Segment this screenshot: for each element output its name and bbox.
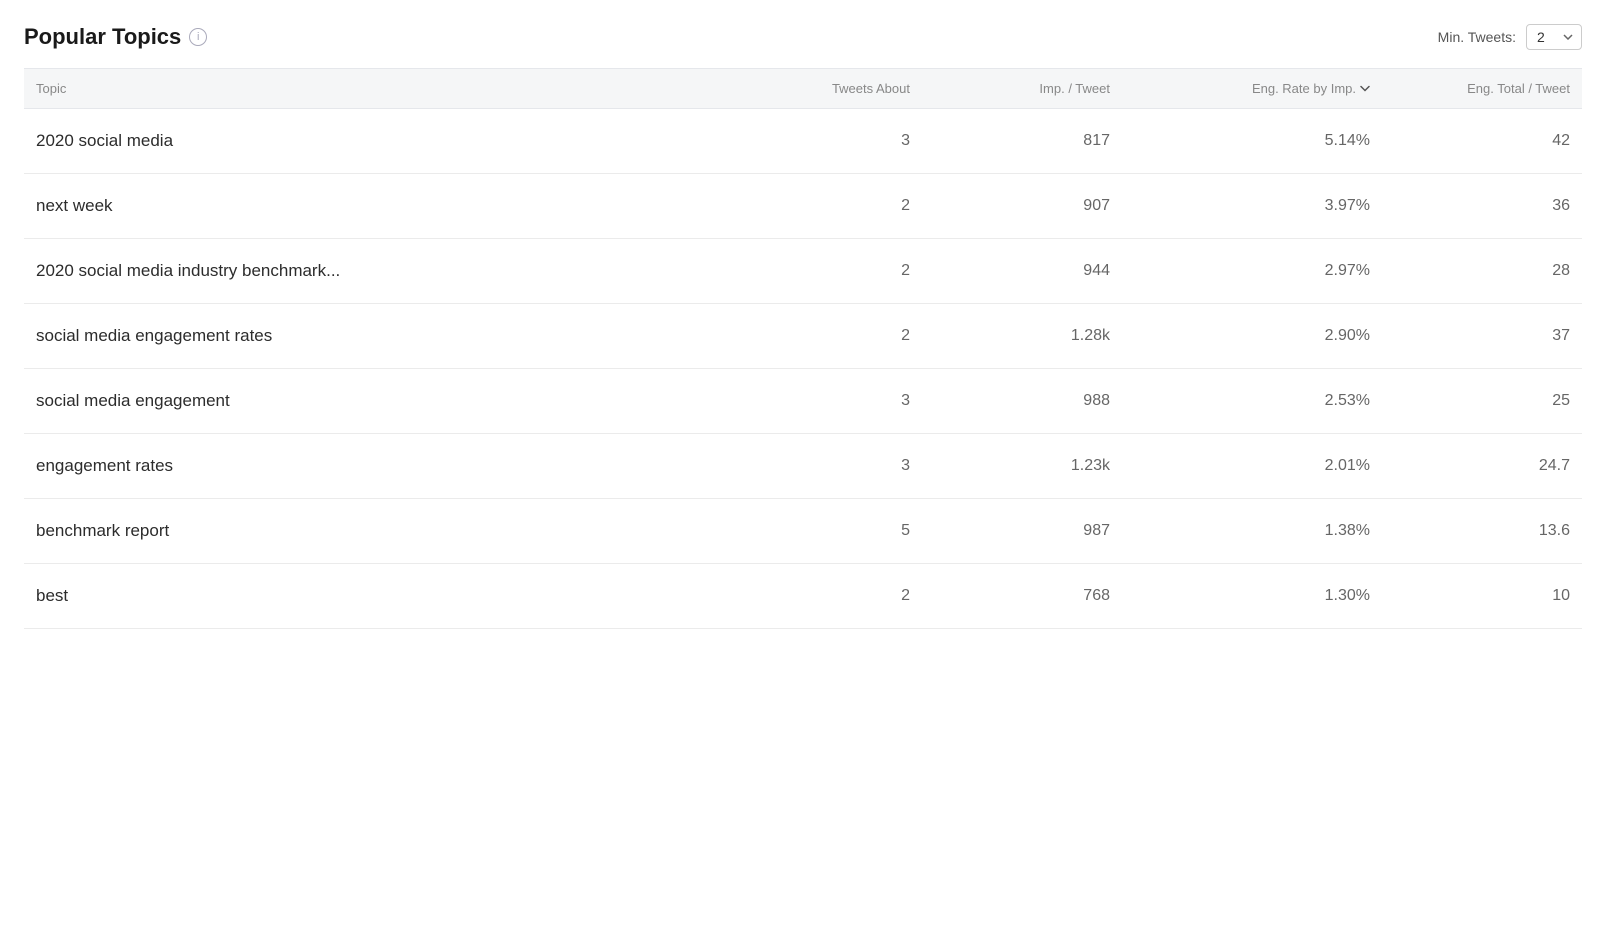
cell-imp-per-tweet: 988 bbox=[922, 392, 1122, 410]
cell-topic: social media engagement bbox=[24, 391, 722, 411]
cell-imp-per-tweet: 987 bbox=[922, 522, 1122, 540]
cell-tweets-about: 2 bbox=[722, 327, 922, 345]
cell-topic: next week bbox=[24, 196, 722, 216]
cell-eng-total: 13.6 bbox=[1382, 522, 1582, 540]
cell-tweets-about: 3 bbox=[722, 392, 922, 410]
cell-tweets-about: 2 bbox=[722, 197, 922, 215]
cell-eng-total: 28 bbox=[1382, 262, 1582, 280]
cell-imp-per-tweet: 907 bbox=[922, 197, 1122, 215]
cell-topic: 2020 social media bbox=[24, 131, 722, 151]
cell-eng-rate: 2.90% bbox=[1122, 327, 1382, 345]
min-tweets-select[interactable]: 2 3 5 10 bbox=[1526, 24, 1582, 50]
cell-tweets-about: 3 bbox=[722, 132, 922, 150]
cell-imp-per-tweet: 1.28k bbox=[922, 327, 1122, 345]
cell-imp-per-tweet: 944 bbox=[922, 262, 1122, 280]
table-row: social media engagement rates 2 1.28k 2.… bbox=[24, 304, 1582, 369]
sort-desc-icon bbox=[1360, 84, 1370, 94]
info-icon[interactable]: i bbox=[189, 28, 207, 46]
cell-topic: best bbox=[24, 586, 722, 606]
col-header-imp-per-tweet: Imp. / Tweet bbox=[922, 81, 1122, 96]
page-title: Popular Topics bbox=[24, 24, 181, 50]
cell-topic: 2020 social media industry benchmark... bbox=[24, 261, 722, 281]
cell-imp-per-tweet: 817 bbox=[922, 132, 1122, 150]
cell-eng-rate: 1.30% bbox=[1122, 587, 1382, 605]
table-row: 2020 social media industry benchmark... … bbox=[24, 239, 1582, 304]
cell-eng-rate: 2.53% bbox=[1122, 392, 1382, 410]
header-row: Popular Topics i Min. Tweets: 2 3 5 10 bbox=[24, 24, 1582, 69]
col-header-tweets-about: Tweets About bbox=[722, 81, 922, 96]
cell-tweets-about: 2 bbox=[722, 587, 922, 605]
cell-topic: engagement rates bbox=[24, 456, 722, 476]
table-row: 2020 social media 3 817 5.14% 42 bbox=[24, 109, 1582, 174]
table-body: 2020 social media 3 817 5.14% 42 next we… bbox=[24, 109, 1582, 629]
topics-table: Topic Tweets About Imp. / Tweet Eng. Rat… bbox=[24, 69, 1582, 629]
popular-topics-container: Popular Topics i Min. Tweets: 2 3 5 10 T… bbox=[0, 0, 1606, 932]
table-row: social media engagement 3 988 2.53% 25 bbox=[24, 369, 1582, 434]
cell-eng-total: 42 bbox=[1382, 132, 1582, 150]
table-row: engagement rates 3 1.23k 2.01% 24.7 bbox=[24, 434, 1582, 499]
cell-eng-rate: 3.97% bbox=[1122, 197, 1382, 215]
cell-tweets-about: 3 bbox=[722, 457, 922, 475]
cell-tweets-about: 5 bbox=[722, 522, 922, 540]
cell-tweets-about: 2 bbox=[722, 262, 922, 280]
min-tweets-group: Min. Tweets: 2 3 5 10 bbox=[1438, 24, 1582, 50]
cell-eng-rate: 1.38% bbox=[1122, 522, 1382, 540]
cell-imp-per-tweet: 1.23k bbox=[922, 457, 1122, 475]
cell-eng-rate: 2.01% bbox=[1122, 457, 1382, 475]
cell-eng-total: 37 bbox=[1382, 327, 1582, 345]
cell-eng-total: 25 bbox=[1382, 392, 1582, 410]
table-row: benchmark report 5 987 1.38% 13.6 bbox=[24, 499, 1582, 564]
table-row: next week 2 907 3.97% 36 bbox=[24, 174, 1582, 239]
title-group: Popular Topics i bbox=[24, 24, 207, 50]
cell-eng-total: 24.7 bbox=[1382, 457, 1582, 475]
cell-imp-per-tweet: 768 bbox=[922, 587, 1122, 605]
cell-eng-rate: 2.97% bbox=[1122, 262, 1382, 280]
table-row: best 2 768 1.30% 10 bbox=[24, 564, 1582, 629]
col-header-eng-rate[interactable]: Eng. Rate by Imp. bbox=[1122, 81, 1382, 96]
cell-topic: social media engagement rates bbox=[24, 326, 722, 346]
table-header: Topic Tweets About Imp. / Tweet Eng. Rat… bbox=[24, 69, 1582, 109]
cell-eng-rate: 5.14% bbox=[1122, 132, 1382, 150]
cell-eng-total: 10 bbox=[1382, 587, 1582, 605]
cell-eng-total: 36 bbox=[1382, 197, 1582, 215]
col-header-topic: Topic bbox=[24, 81, 722, 96]
min-tweets-label: Min. Tweets: bbox=[1438, 29, 1516, 45]
col-header-eng-total: Eng. Total / Tweet bbox=[1382, 81, 1582, 96]
cell-topic: benchmark report bbox=[24, 521, 722, 541]
